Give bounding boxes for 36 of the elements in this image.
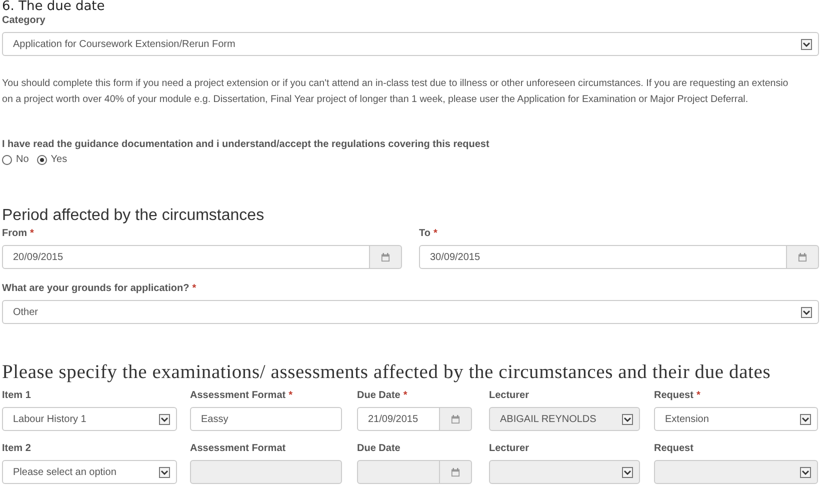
date-field[interactable]: 30/09/2015 — [419, 245, 787, 269]
dropdown[interactable]: Other — [2, 300, 819, 324]
radio-label[interactable]: No — [16, 152, 29, 167]
dropdown[interactable]: Extension — [654, 407, 818, 431]
field-label: From — [2, 228, 27, 240]
required-mark: * — [696, 390, 700, 402]
section-heading: 6. The due date — [2, 0, 106, 14]
dropdown[interactable]: Please select an option — [2, 460, 177, 484]
input-field[interactable]: Eassy — [190, 407, 342, 431]
field-label: Request — [654, 443, 694, 455]
field-label: Item 1 — [2, 390, 31, 402]
section-title: Period affected by the circumstances — [2, 207, 266, 225]
field-label: Category — [2, 15, 46, 27]
dropdown[interactable]: Labour History 1 — [2, 407, 177, 431]
guidance-paragraph: You should complete this form if you need a project extension or if you can't attend an in-class test due to illness or other unforeseen circumstances. If you are requesting an extensio on a project worth over 40% of your module e.g. Dissertation, Final Year project of longer than 1 week, please user the Application for Examination or Major Project Deferral. — [2, 77, 790, 107]
field-label: What are your grounds for application? — [2, 283, 190, 295]
field-label: Due Date — [357, 390, 400, 402]
section-title: Please specify the examinations/ assessments affected by the circumstances and their due dates — [2, 362, 772, 384]
date-field[interactable]: 21/09/2015 — [357, 407, 440, 431]
required-mark: * — [192, 283, 196, 295]
field-label: Request — [654, 390, 694, 402]
radio-label[interactable]: Yes — [50, 152, 68, 167]
required-mark: * — [288, 390, 292, 402]
confirmation-label: I have read the guidance documentation and i understand/accept the regulations covering this request — [2, 139, 490, 151]
field-label: Lecturer — [489, 443, 530, 455]
required-mark: * — [403, 390, 408, 402]
field-label: Lecturer — [489, 390, 530, 402]
field-label: Item 2 — [2, 443, 31, 455]
field-label: To — [419, 228, 430, 240]
field-label: Assessment Format — [190, 443, 286, 455]
field-label: Assessment Format — [190, 390, 286, 402]
date-field[interactable]: 20/09/2015 — [2, 245, 370, 269]
field-label: Due Date — [357, 443, 400, 455]
dropdown[interactable]: Application for Coursework Extension/Rerun Form — [2, 32, 819, 56]
required-mark: * — [30, 228, 34, 240]
required-mark: * — [433, 228, 438, 240]
